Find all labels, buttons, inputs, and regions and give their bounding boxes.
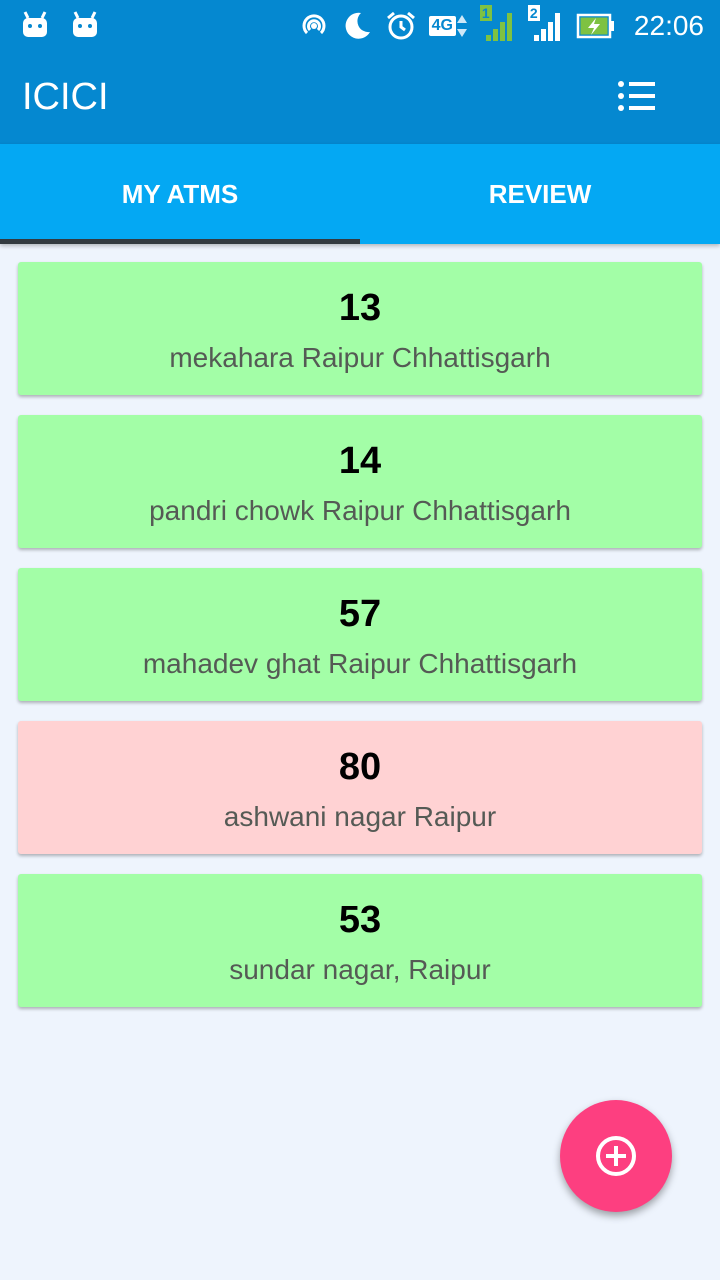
tab-my-atms-label: MY ATMS (121, 178, 239, 209)
atm-address: mekahara Raipur Chhattisgarh (169, 342, 551, 373)
selected-tab-indicator (0, 239, 360, 244)
app-title: ICICI (22, 76, 109, 118)
tab-review-label: REVIEW (488, 178, 592, 209)
battery-charging-icon (576, 13, 614, 39)
atm-address: pandri chowk Raipur Chhattisgarh (149, 495, 571, 526)
atm-card[interactable]: 53 sundar nagar, Raipur (18, 874, 702, 1007)
app-bar: ICICI (0, 52, 720, 144)
sim2-signal-icon: 2 (527, 5, 564, 43)
atm-number: 53 (338, 899, 382, 941)
alarm-icon (386, 11, 415, 40)
atm-address: sundar nagar, Raipur (229, 954, 491, 985)
android-notification-icon (73, 11, 97, 37)
atm-address: mahadev ghat Raipur Chhattisgarh (142, 648, 578, 679)
tab-my-atms[interactable]: MY ATMS (0, 144, 360, 244)
atm-address: ashwani nagar Raipur (223, 801, 497, 832)
system-icons: 4G 1 2 22:06 (299, 5, 704, 44)
clock-time: 22:06 (633, 10, 704, 41)
sim1-signal-icon: 1 (479, 5, 516, 43)
add-atm-fab[interactable] (560, 1100, 672, 1212)
android-notification-icon (23, 11, 47, 37)
atm-card[interactable]: 13 mekahara Raipur Chhattisgarh (18, 262, 702, 395)
atm-number: 13 (338, 287, 382, 329)
add-circle-icon (596, 1136, 636, 1176)
atm-card[interactable]: 80 ashwani nagar Raipur (18, 721, 702, 854)
list-menu-icon (618, 81, 655, 111)
atm-number: 57 (338, 593, 382, 635)
hotspot-icon (302, 14, 326, 35)
tab-review[interactable]: REVIEW (360, 144, 720, 244)
tab-bar: MY ATMS REVIEW (0, 144, 720, 244)
network-type-label: 4G (428, 16, 456, 36)
atm-list: 13 mekahara Raipur Chhattisgarh 14 pandr… (18, 262, 702, 1027)
atm-number: 14 (338, 440, 382, 482)
atm-card[interactable]: 57 mahadev ghat Raipur Chhattisgarh (18, 568, 702, 701)
notification-icons (22, 10, 98, 38)
atm-card[interactable]: 14 pandri chowk Raipur Chhattisgarh (18, 415, 702, 548)
atm-number: 80 (338, 746, 382, 788)
menu-button[interactable] (616, 78, 664, 118)
do-not-disturb-moon-icon (345, 12, 370, 39)
data-arrows-icon (456, 15, 467, 37)
status-bar: 4G 1 2 22:06 (0, 0, 720, 52)
network-type-icon: 4G (428, 13, 468, 39)
